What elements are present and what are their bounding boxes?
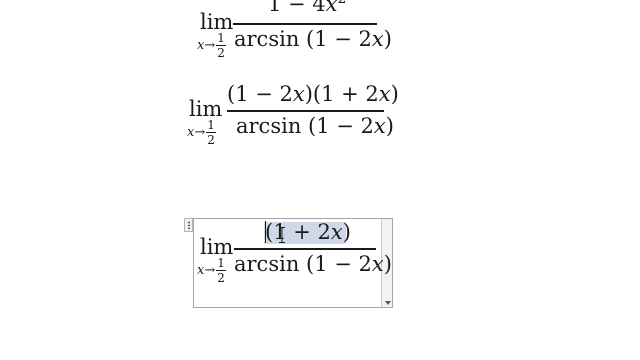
eq2-num-part3: )	[390, 82, 399, 106]
eq1-numerator-exp: 2	[338, 0, 347, 7]
eq3-sub-den: 2	[217, 271, 225, 285]
eq2-num-part1: (1 − 2	[227, 82, 293, 106]
eq2-num-var1: x	[292, 82, 305, 106]
eq2-sub-fraction: 12	[206, 119, 216, 146]
eq2-sub-num: 1	[206, 118, 216, 133]
eq2-sub-var: x→	[187, 125, 206, 140]
eq1-fraction-bar	[233, 23, 377, 25]
eq3-num-close[interactable]: )	[343, 220, 351, 244]
eq2-denominator: arcsin (1 − 2x)	[236, 116, 394, 137]
text-caret	[265, 221, 266, 243]
eq2-sub-den: 2	[207, 133, 215, 147]
eq1-sub-num: 1	[216, 31, 226, 46]
eq2-fraction-bar	[227, 110, 384, 112]
eq3-den-text[interactable]: arcsin (1 − 2	[234, 252, 372, 276]
eq3-numerator[interactable]: (1 + 2x)	[265, 222, 351, 243]
eq2-lim: lim	[189, 97, 223, 121]
eq3-sub-fraction: 12	[216, 257, 226, 284]
eq1-denominator: arcsin (1 − 2x)	[234, 29, 392, 50]
eq1-numerator-var: x	[325, 0, 338, 16]
eq3-num-var[interactable]: x	[331, 220, 343, 244]
eq3-den-var[interactable]: x	[372, 252, 384, 276]
eq2-num-part2: )(1 + 2	[304, 82, 379, 106]
eq2-num-var2: x	[378, 82, 391, 106]
eq2-den-var: x	[373, 114, 386, 138]
eq1-lim: lim	[200, 10, 234, 34]
eq1-den-close: )	[383, 27, 392, 51]
eq2-den-close: )	[385, 114, 394, 138]
eq1-limit-subscript: x→ 1 2	[197, 32, 226, 59]
eq1-numerator-text: 1 − 4	[268, 0, 326, 16]
eq3-den-close[interactable]: )	[384, 252, 392, 276]
eq2-den-text: arcsin (1 − 2	[236, 114, 374, 138]
grip-dots-icon	[188, 221, 190, 229]
eq3-sub-num: 1	[216, 256, 226, 271]
equation-move-handle[interactable]	[184, 218, 193, 232]
eq3-sub-var: x→	[197, 263, 216, 278]
ibeam-cursor-icon	[279, 227, 285, 243]
eq3-fraction-bar	[234, 248, 376, 250]
eq2-numerator: (1 − 2x)(1 + 2x)	[227, 84, 399, 105]
eq1-numerator: 1 − 4x2	[268, 0, 346, 15]
eq2-limit-subscript: x→ 1 2	[187, 119, 216, 146]
eq1-den-text: arcsin (1 − 2	[234, 27, 372, 51]
eq1-sub-den: 2	[217, 46, 225, 60]
eq1-sub-var: x→	[197, 38, 216, 53]
eq1-den-var: x	[371, 27, 384, 51]
eq3-num-text[interactable]: (1 + 2	[265, 220, 331, 244]
chevron-down-icon[interactable]	[385, 301, 391, 305]
eq3-denominator[interactable]: arcsin (1 − 2x)	[234, 254, 392, 275]
eq3-lim: lim	[200, 235, 234, 259]
eq3-limit-subscript: x→ 1 2	[197, 257, 226, 284]
eq1-sub-fraction: 12	[216, 32, 226, 59]
